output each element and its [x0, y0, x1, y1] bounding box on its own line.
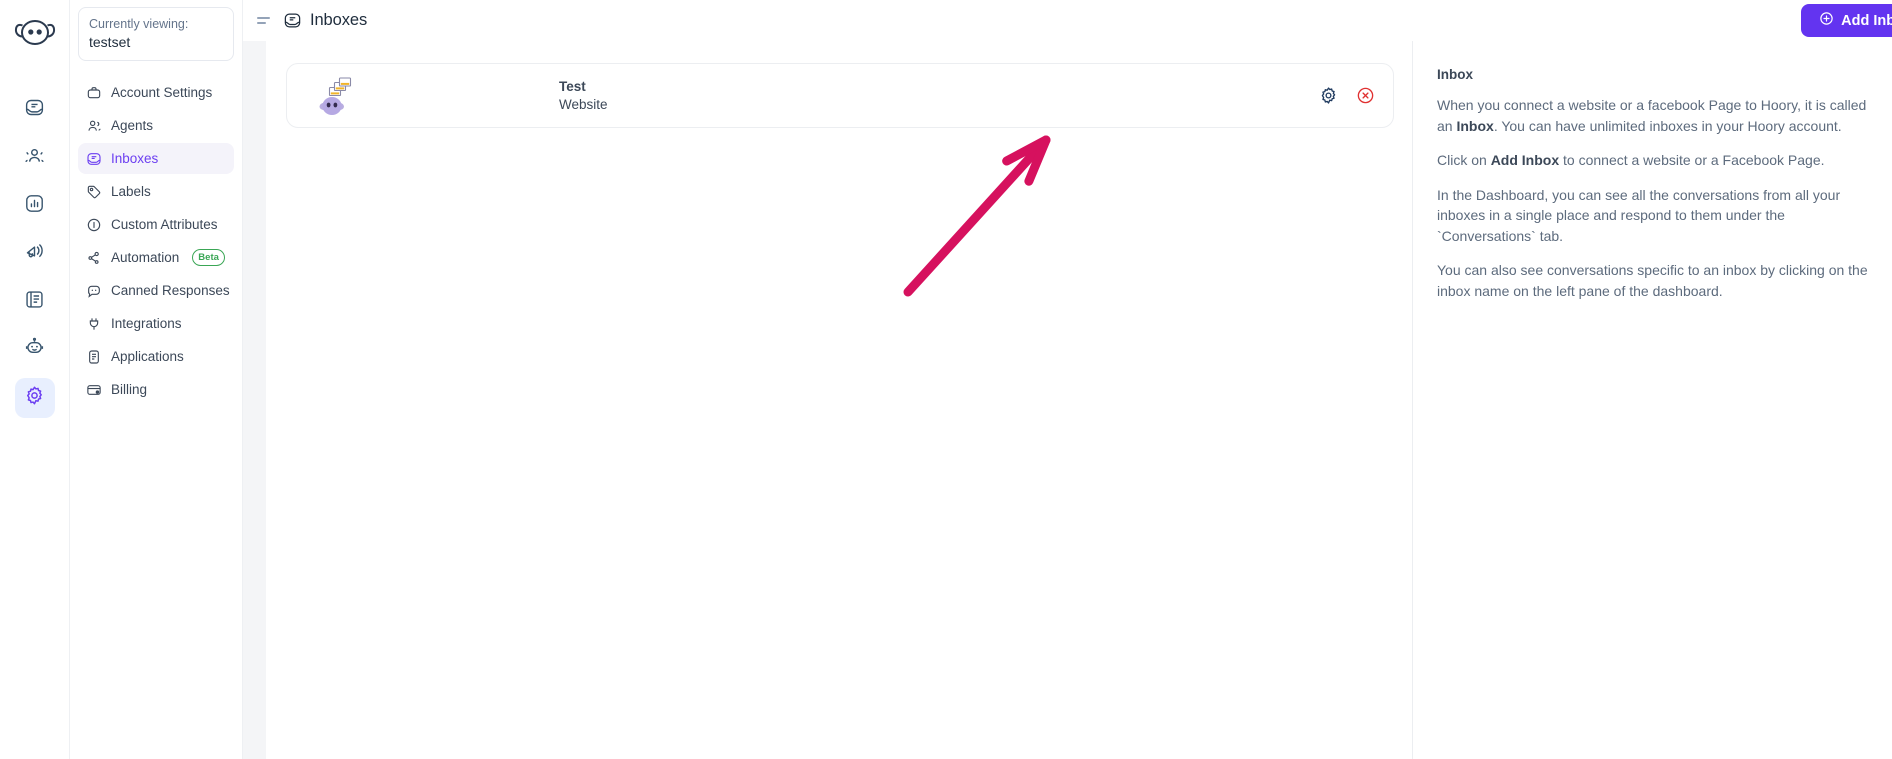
- rail-item-reports[interactable]: [15, 186, 55, 226]
- inbox-icon: [86, 151, 102, 167]
- sidebar-item-labels[interactable]: Labels: [78, 176, 234, 207]
- sidebar-item-agents[interactable]: Agents: [78, 110, 234, 141]
- sidebar-item-account-settings[interactable]: Account Settings: [78, 77, 234, 108]
- inbox-row-actions: [1319, 86, 1375, 105]
- inbox-list: Test Website: [266, 41, 1412, 759]
- applications-icon: [86, 349, 102, 365]
- sidebar-item-label: Custom Attributes: [111, 217, 218, 232]
- settings-sidebar: Currently viewing: testset Account Setti…: [70, 0, 243, 759]
- app-root: Currently viewing: testset Account Setti…: [0, 0, 1892, 759]
- rail-item-conversations[interactable]: [15, 90, 55, 130]
- inbox-delete-button[interactable]: [1356, 86, 1375, 105]
- info-circle-icon: [86, 217, 102, 233]
- beta-badge: Beta: [192, 249, 225, 266]
- sidebar-item-integrations[interactable]: Integrations: [78, 308, 234, 339]
- inbox-settings-button[interactable]: [1319, 86, 1338, 105]
- inbox-icon: [24, 97, 45, 123]
- agents-icon: [86, 118, 102, 134]
- sidebar-item-label: Labels: [111, 184, 151, 199]
- contacts-icon: [24, 145, 45, 171]
- plug-icon: [86, 316, 102, 332]
- rail-item-contacts[interactable]: [15, 138, 55, 178]
- page-title: Inboxes: [310, 11, 368, 29]
- briefcase-icon: [86, 85, 102, 101]
- sidebar-item-label: Applications: [111, 349, 184, 364]
- rail-item-knowledge-base[interactable]: [15, 282, 55, 322]
- rail-item-campaigns[interactable]: [15, 234, 55, 274]
- info-paragraph: When you connect a website or a facebook…: [1437, 97, 1867, 134]
- sidebar-item-custom-attributes[interactable]: Custom Attributes: [78, 209, 234, 240]
- sidebar-item-label: Billing: [111, 382, 148, 397]
- inboxes-panel: Test Website Inbox When you connect a we…: [266, 41, 1892, 759]
- sidebar-item-label: Account Settings: [111, 85, 213, 100]
- sidebar-item-billing[interactable]: Billing: [78, 374, 234, 405]
- megaphone-icon: [24, 241, 45, 267]
- inbox-name: Test: [559, 78, 586, 94]
- chat-icon: [86, 283, 102, 299]
- gear-icon: [24, 385, 45, 411]
- info-panel-title: Inbox: [1437, 67, 1473, 82]
- rail-item-settings[interactable]: [14, 378, 55, 418]
- sidebar-item-label: Canned Responses: [111, 283, 230, 298]
- plus-circle-icon: [1819, 11, 1834, 30]
- currently-viewing-box[interactable]: Currently viewing: testset: [78, 7, 234, 61]
- inbox-channel: Website: [559, 96, 608, 112]
- add-inbox-button[interactable]: Add Inbox: [1801, 4, 1892, 37]
- inbox-row[interactable]: Test Website: [286, 63, 1394, 128]
- inbox-info-panel: Inbox When you connect a website or a fa…: [1412, 41, 1892, 759]
- hoory-widget-avatar: [311, 74, 355, 118]
- info-paragraph: You can also see conversations specific …: [1437, 262, 1868, 299]
- tag-icon: [86, 184, 102, 200]
- sidebar-item-label: Inboxes: [111, 151, 159, 166]
- inbox-icon: [283, 11, 302, 30]
- sidebar-item-canned-responses[interactable]: Canned Responses: [78, 275, 234, 306]
- info-panel-body: When you connect a website or a facebook…: [1437, 95, 1868, 301]
- sidebar-item-automation[interactable]: Automation Beta: [78, 242, 234, 273]
- bar-chart-icon: [24, 193, 45, 219]
- currently-viewing-value: testset: [89, 34, 131, 50]
- info-paragraph: Click on Add Inbox to connect a website …: [1437, 152, 1825, 168]
- credit-card-icon: [86, 382, 102, 398]
- add-inbox-label: Add Inbox: [1841, 12, 1892, 29]
- robot-icon: [24, 337, 45, 363]
- inbox-meta: Test Website: [373, 78, 1319, 114]
- left-gutter: [243, 41, 266, 759]
- sidebar-item-label: Automation: [111, 250, 180, 265]
- hamburger-icon[interactable]: [257, 12, 275, 30]
- main-column: Inboxes Add Inbox: [243, 0, 1892, 759]
- rail-item-assistant[interactable]: [15, 330, 55, 370]
- sidebar-item-inboxes[interactable]: Inboxes: [78, 143, 234, 174]
- hoory-logo[interactable]: [12, 10, 58, 56]
- topbar: Inboxes Add Inbox: [243, 0, 1892, 41]
- body-area: Test Website Inbox When you connect a we…: [243, 41, 1892, 759]
- info-paragraph: In the Dashboard, you can see all the co…: [1437, 186, 1841, 244]
- currently-viewing-label: Currently viewing:: [89, 17, 189, 31]
- sidebar-item-label: Integrations: [111, 316, 182, 331]
- primary-icon-rail: [0, 0, 70, 759]
- automation-icon: [86, 250, 102, 266]
- settings-nav: Account Settings Agents Inboxes Labels C…: [78, 77, 234, 405]
- book-icon: [24, 289, 45, 315]
- sidebar-item-label: Agents: [111, 118, 154, 133]
- sidebar-item-applications[interactable]: Applications: [78, 341, 234, 372]
